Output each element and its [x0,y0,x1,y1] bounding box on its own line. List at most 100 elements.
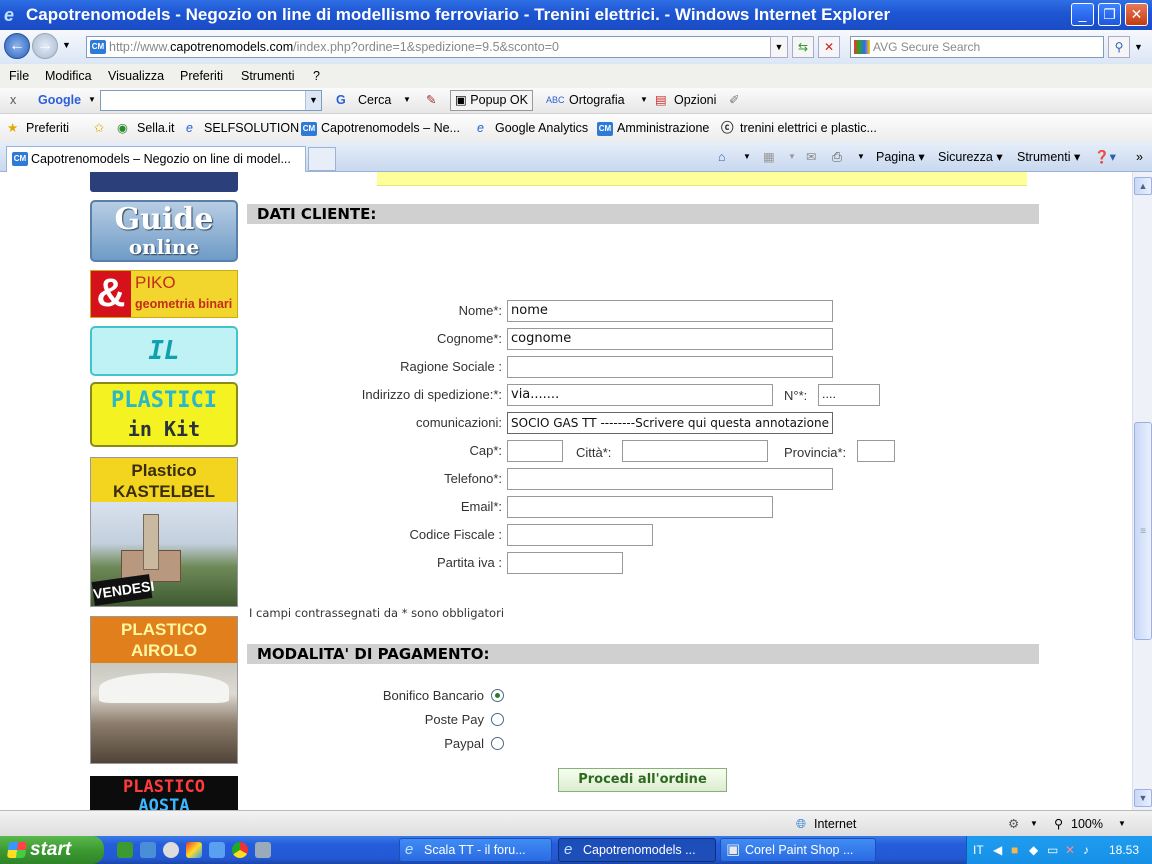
radio-paypal[interactable] [491,737,504,750]
codice-fiscale-input[interactable] [507,524,653,546]
banner-plastico-aosta[interactable]: PLASTICO AOSTA [90,776,238,810]
menu-strumenti-cmd[interactable]: Strumenti ▾ [1017,142,1080,172]
ortografia-dropdown-icon[interactable]: ▼ [640,88,648,112]
new-tab-button[interactable] [308,147,336,171]
banner-plastico-airolo[interactable]: PLASTICO AIROLO [90,616,238,764]
favorites-button[interactable]: Preferiti [26,114,69,142]
history-dropdown-icon[interactable]: ▼ [62,40,71,50]
search-icon[interactable]: ⚲ [1108,36,1130,58]
tray-expand-icon[interactable]: ◀ [993,836,1002,864]
taskbar-item-scala-tt[interactable]: e Scala TT - il foru... [399,838,552,862]
cognome-input[interactable]: cognome [507,328,833,350]
quicklaunch-ie-icon[interactable] [140,842,156,858]
zoom-icon[interactable]: ⚲ [1054,811,1063,837]
google-logo[interactable]: Google [38,88,81,112]
provincia-input[interactable] [857,440,895,462]
google-search-input[interactable]: ▼ [100,90,322,111]
stop-icon[interactable]: ✕ [818,36,840,58]
help-icon[interactable]: ❓▾ [1094,142,1116,172]
banner-plastici-kit[interactable]: PLASTICI in Kit [90,382,238,447]
start-button[interactable]: start [0,836,104,864]
feeds-icon[interactable]: ▦ [763,142,775,172]
fav-selfsolution[interactable]: SELFSOLUTION [204,114,299,142]
taskbar-item-capotrenomodels[interactable]: e Capotrenomodels ... [558,838,716,862]
banner-il-digitale[interactable]: IL DIGITALE [90,326,238,376]
bookmark-icon[interactable]: ✎ [426,88,436,112]
tray-speaker-icon[interactable]: ♪ [1083,836,1089,864]
zoom-dropdown-icon[interactable]: ▼ [1118,811,1126,837]
menu-help[interactable]: ? [313,64,320,88]
quicklaunch-paint-icon[interactable] [186,842,202,858]
fav-trenini-elettrici[interactable]: trenini elettrici e plastic... [740,114,877,142]
zoom-level[interactable]: 100% [1071,811,1103,837]
fav-google-analytics[interactable]: Google Analytics [495,114,588,142]
mail-icon[interactable]: ✉ [806,142,816,172]
fav-amministrazione[interactable]: Amministrazione [617,114,709,142]
indirizzo-input[interactable]: via....... [507,384,773,406]
citta-input[interactable] [622,440,768,462]
cerca-dropdown-icon[interactable]: ▼ [403,88,411,112]
pencil-icon[interactable]: ✐ [729,88,739,112]
forward-button[interactable]: → [32,33,58,59]
menu-file[interactable]: File [9,64,29,88]
address-dropdown-icon[interactable]: ▼ [770,36,788,58]
search-dropdown-icon[interactable]: ▼ [1134,42,1143,52]
banner-guide-online[interactable]: Guide online [90,200,238,262]
ragione-sociale-input[interactable] [507,356,833,378]
quicklaunch-folder-icon[interactable] [255,842,271,858]
numero-input[interactable]: .... [818,384,880,406]
cerca-button[interactable]: Cerca [358,88,391,112]
email-input[interactable] [507,496,773,518]
avg-search-input[interactable]: AVG Secure Search [850,36,1104,58]
close-button[interactable]: ✕ [1125,3,1148,26]
google-menu-dropdown-icon[interactable]: ▼ [88,88,96,112]
quicklaunch-media-icon[interactable] [163,842,179,858]
fav-sella[interactable]: Sella.it [137,114,175,142]
protected-mode-icon[interactable]: ⚙ [1008,811,1019,837]
scroll-thumb[interactable]: ≡ [1134,422,1152,640]
address-input[interactable]: CM http://www.capotrenomodels.com/index.… [86,36,788,58]
tray-shield-icon[interactable]: ◆ [1029,836,1038,864]
opzioni-button[interactable]: Opzioni [674,88,716,112]
language-indicator[interactable]: IT [973,836,984,864]
scroll-up-icon[interactable]: ▲ [1134,177,1152,195]
print-icon[interactable]: ⎙ [832,142,842,172]
menu-modifica[interactable]: Modifica [45,64,92,88]
radio-bonifico[interactable] [491,689,504,702]
clock[interactable]: 18.53 [1109,836,1139,864]
minimize-button[interactable]: _ [1071,3,1094,26]
maximize-button[interactable]: ❐ [1098,3,1121,26]
refresh-icon[interactable]: ⇆ [792,36,814,58]
home-dropdown-icon[interactable]: ▼ [743,142,751,172]
quicklaunch-ie2-icon[interactable] [209,842,225,858]
tray-volume-icon[interactable]: ✕ [1065,836,1075,864]
fav-capotrenomodels[interactable]: Capotrenomodels – Ne... [321,114,460,142]
menu-strumenti[interactable]: Strumenti [241,64,295,88]
menu-visualizza[interactable]: Visualizza [108,64,164,88]
quicklaunch-desktop-icon[interactable] [117,842,133,858]
tab-capotrenomodels[interactable]: CM Capotrenomodels – Negozio on line di … [6,146,306,172]
tray-network-icon[interactable]: ▭ [1047,836,1058,864]
radio-postepay[interactable] [491,713,504,726]
popup-ok-button[interactable]: ▣ Popup OK [450,90,533,111]
window-titlebar[interactable]: e Capotrenomodels - Negozio on line di m… [0,0,1152,30]
feeds-dropdown-icon[interactable]: ▼ [788,142,796,172]
comunicazioni-input[interactable]: SOCIO GAS TT --------Scrivere qui questa… [507,412,833,434]
procedi-ordine-button[interactable]: Procedi all'ordine [558,768,727,792]
toolbar-close-button[interactable]: x [10,88,16,112]
banner-plastico-kastelbel[interactable]: Plastico KASTELBEL VENDESI [90,457,238,607]
tray-app-icon[interactable]: ■ [1011,836,1018,864]
scroll-down-icon[interactable]: ▼ [1134,789,1152,807]
home-icon[interactable]: ⌂ [718,142,726,172]
telefono-input[interactable] [507,468,833,490]
partita-iva-input[interactable] [507,552,623,574]
menu-preferiti[interactable]: Preferiti [180,64,223,88]
print-dropdown-icon[interactable]: ▼ [857,142,865,172]
back-button[interactable]: ← [4,33,30,59]
taskbar-item-corel[interactable]: ▣ Corel Paint Shop ... [720,838,876,862]
google-search-dropdown-icon[interactable]: ▼ [305,91,321,110]
vertical-scrollbar[interactable]: ▲ ≡ ▼ [1132,172,1152,810]
menu-sicurezza[interactable]: Sicurezza ▾ [938,142,1003,172]
protected-dropdown-icon[interactable]: ▼ [1030,811,1038,837]
cap-input[interactable] [507,440,563,462]
